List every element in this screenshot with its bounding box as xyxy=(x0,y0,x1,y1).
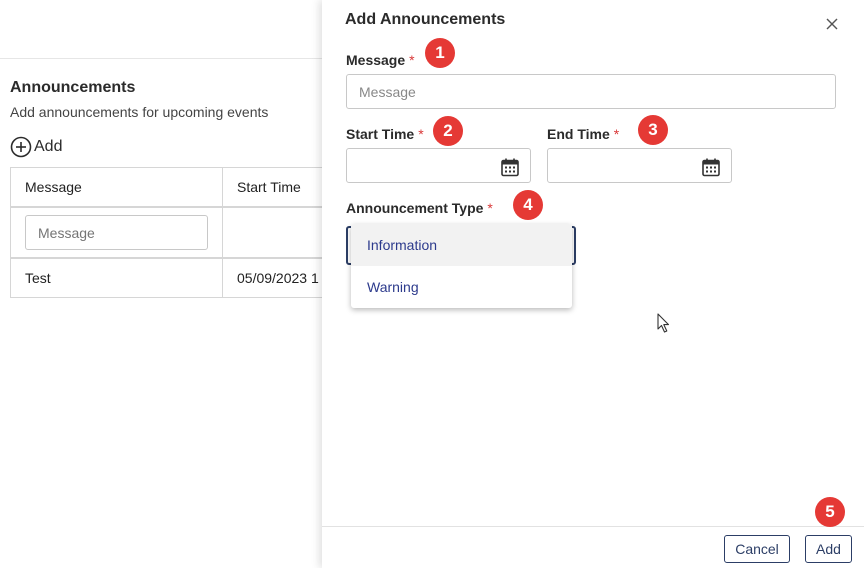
mouse-cursor-icon xyxy=(657,313,670,333)
calendar-icon[interactable] xyxy=(500,157,520,177)
message-label: Message * xyxy=(346,52,415,68)
close-icon[interactable] xyxy=(825,17,839,31)
page-subtitle: Add announcements for upcoming events xyxy=(10,104,269,120)
annotation-badge-1: 1 xyxy=(425,38,455,68)
required-mark: * xyxy=(418,126,424,142)
table-header-row: Message Start Time xyxy=(11,168,340,208)
start-time-picker[interactable] xyxy=(346,148,531,183)
message-filter-input[interactable] xyxy=(25,215,208,250)
column-header-message[interactable]: Message xyxy=(11,168,223,206)
add-announcement-button[interactable]: Add xyxy=(10,136,62,158)
start-time-label-text: Start Time xyxy=(346,126,415,142)
start-time-label: Start Time * xyxy=(346,126,424,142)
add-announcement-drawer: Add Announcements Message* Start Time* E… xyxy=(322,0,864,568)
annotation-badge-3: 3 xyxy=(638,115,668,145)
header-divider xyxy=(0,58,330,59)
end-time-label-text: End Time xyxy=(547,126,610,142)
plus-circle-icon xyxy=(10,136,32,158)
end-time-picker[interactable] xyxy=(547,148,732,183)
calendar-icon[interactable] xyxy=(701,157,721,177)
announcement-type-label: Announcement Type * xyxy=(346,200,493,216)
announcements-table: Message Start Time Test 05/09/2023 1 xyxy=(10,167,340,298)
announcement-type-label-text: Announcement Type xyxy=(346,200,484,216)
submit-add-button[interactable]: Add xyxy=(805,535,852,563)
announcement-type-dropdown: Information Warning xyxy=(351,224,572,308)
table-filter-row xyxy=(11,208,340,259)
page-title: Announcements xyxy=(10,79,136,96)
drawer-title: Add Announcements xyxy=(345,11,506,28)
required-mark: * xyxy=(409,52,415,68)
option-warning[interactable]: Warning xyxy=(351,266,572,308)
cell-message: Test xyxy=(11,259,223,297)
add-announcement-label: Add xyxy=(34,138,63,155)
annotation-badge-4: 4 xyxy=(513,190,543,220)
required-mark: * xyxy=(613,126,620,142)
table-row[interactable]: Test 05/09/2023 1 xyxy=(11,259,340,297)
annotation-badge-2: 2 xyxy=(433,116,463,146)
message-input[interactable] xyxy=(346,74,836,109)
filter-cell-message xyxy=(11,208,223,257)
end-time-label: End Time * xyxy=(547,126,619,142)
cancel-button[interactable]: Cancel xyxy=(724,535,790,563)
option-information[interactable]: Information xyxy=(351,224,572,266)
footer-divider xyxy=(322,526,864,527)
message-label-text: Message xyxy=(346,52,406,68)
annotation-badge-5: 5 xyxy=(815,497,845,527)
required-mark: * xyxy=(487,200,493,216)
